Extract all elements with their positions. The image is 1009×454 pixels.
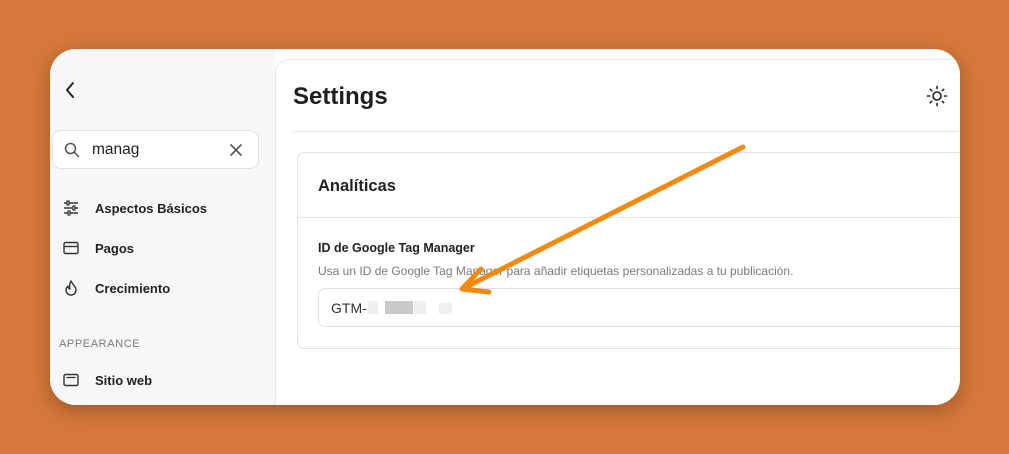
chevron-left-icon — [66, 82, 74, 98]
title-divider — [293, 131, 960, 132]
browser-window-icon — [62, 371, 80, 389]
flame-icon — [62, 279, 80, 297]
back-button[interactable] — [60, 79, 80, 101]
sun-icon — [926, 85, 948, 107]
gtm-id-value: GTM- — [331, 300, 367, 316]
sidebar-item-sitio-web[interactable]: Sitio web — [50, 365, 260, 395]
redacted-block — [368, 301, 378, 314]
gtm-id-input[interactable]: GTM- — [318, 288, 960, 327]
gtm-field-help: Usa un ID de Google Tag Manager para aña… — [318, 264, 794, 278]
card-title: Analíticas — [318, 177, 396, 195]
settings-window: Aspectos Básicos Pagos Crecimiento APPEA… — [50, 49, 960, 405]
sidebar-item-aspectos-basicos[interactable]: Aspectos Básicos — [50, 193, 260, 223]
search-icon — [64, 142, 80, 158]
section-heading-appearance: APPEARANCE — [59, 338, 141, 350]
sidebar-item-label: Aspectos Básicos — [95, 200, 207, 216]
main-panel: Settings Analíticas ID de Google Tag Man… — [275, 59, 960, 405]
sidebar-item-pagos[interactable]: Pagos — [50, 233, 260, 263]
theme-toggle-button[interactable] — [926, 85, 948, 107]
analytics-card: Analíticas ID de Google Tag Manager Usa … — [297, 152, 960, 349]
search-input[interactable] — [92, 139, 222, 161]
credit-card-icon — [62, 239, 80, 257]
sidebar-item-crecimiento[interactable]: Crecimiento — [50, 273, 260, 303]
redacted-block — [414, 301, 426, 314]
sidebar-item-label: Pagos — [95, 240, 135, 256]
redacted-block — [385, 301, 413, 314]
redacted-block — [439, 303, 452, 314]
sidebar: Aspectos Básicos Pagos Crecimiento APPEA… — [50, 49, 275, 405]
card-divider — [298, 217, 960, 218]
sidebar-item-label: Sitio web — [95, 372, 153, 388]
search-box[interactable] — [52, 130, 259, 169]
clear-search-icon[interactable] — [229, 143, 243, 157]
sidebar-item-label: Crecimiento — [95, 280, 171, 296]
page-title: Settings — [293, 83, 388, 110]
sliders-icon — [62, 199, 80, 217]
gtm-field-label: ID de Google Tag Manager — [318, 241, 475, 255]
